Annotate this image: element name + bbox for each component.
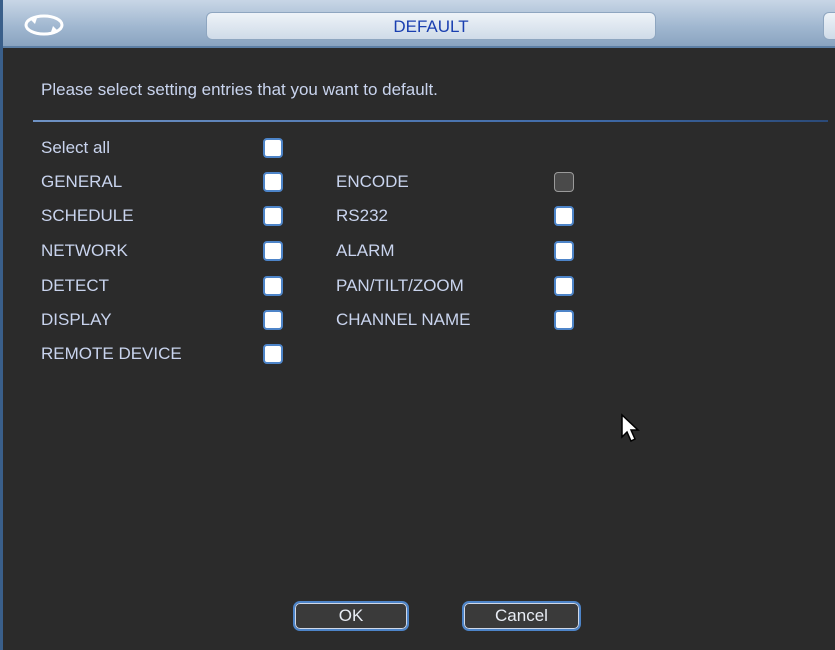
checkbox-channel-name[interactable] xyxy=(554,310,574,330)
label-rs232: RS232 xyxy=(336,206,388,225)
ok-button[interactable]: OK xyxy=(293,601,409,631)
checkbox-display[interactable] xyxy=(263,310,283,330)
close-button[interactable] xyxy=(823,12,835,40)
checkbox-rs232[interactable] xyxy=(554,206,574,226)
label-remote-device: REMOTE DEVICE xyxy=(41,344,182,363)
label-select-all: Select all xyxy=(41,138,110,157)
label-display: DISPLAY xyxy=(41,310,112,329)
label-channel-name: CHANNEL NAME xyxy=(336,310,471,329)
checkbox-select-all[interactable] xyxy=(263,138,283,158)
label-pan-tilt-zoom: PAN/TILT/ZOOM xyxy=(336,276,464,295)
checkbox-general[interactable] xyxy=(263,172,283,192)
checkbox-remote-device[interactable] xyxy=(263,344,283,364)
checkbox-pan-tilt-zoom[interactable] xyxy=(554,276,574,296)
dialog-title: DEFAULT xyxy=(206,12,656,40)
checkbox-detect[interactable] xyxy=(263,276,283,296)
label-general: GENERAL xyxy=(41,172,123,191)
divider xyxy=(33,120,828,122)
label-network: NETWORK xyxy=(41,241,128,260)
mouse-pointer-icon xyxy=(621,413,640,443)
checkbox-network[interactable] xyxy=(263,241,283,261)
refresh-logo-icon xyxy=(24,14,64,36)
checkbox-encode xyxy=(554,172,574,192)
label-schedule: SCHEDULE xyxy=(41,206,134,225)
label-alarm: ALARM xyxy=(336,241,395,260)
instruction-text: Please select setting entries that you w… xyxy=(41,80,438,99)
title-bar: DEFAULT xyxy=(3,0,835,48)
default-dialog: DEFAULT Please select setting entries th… xyxy=(0,0,835,650)
checkbox-schedule[interactable] xyxy=(263,206,283,226)
label-encode: ENCODE xyxy=(336,172,409,191)
checkbox-alarm[interactable] xyxy=(554,241,574,261)
cancel-button[interactable]: Cancel xyxy=(462,601,581,631)
label-detect: DETECT xyxy=(41,276,109,295)
